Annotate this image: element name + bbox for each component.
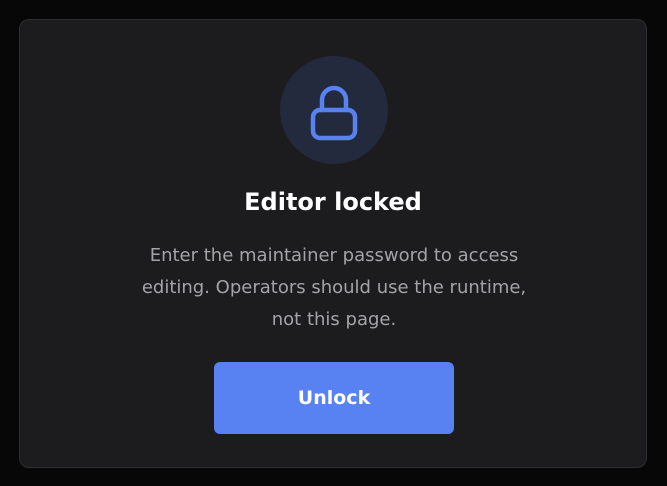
dialog-message: Enter the maintainer password to access … [141, 245, 527, 330]
unlock-button[interactable]: Unlock [214, 362, 454, 434]
lock-icon [302, 78, 366, 142]
lock-badge [280, 56, 388, 164]
locked-editor-card: Editor locked Enter the maintainer passw… [19, 19, 647, 468]
dialog-title: Editor locked [244, 188, 422, 216]
